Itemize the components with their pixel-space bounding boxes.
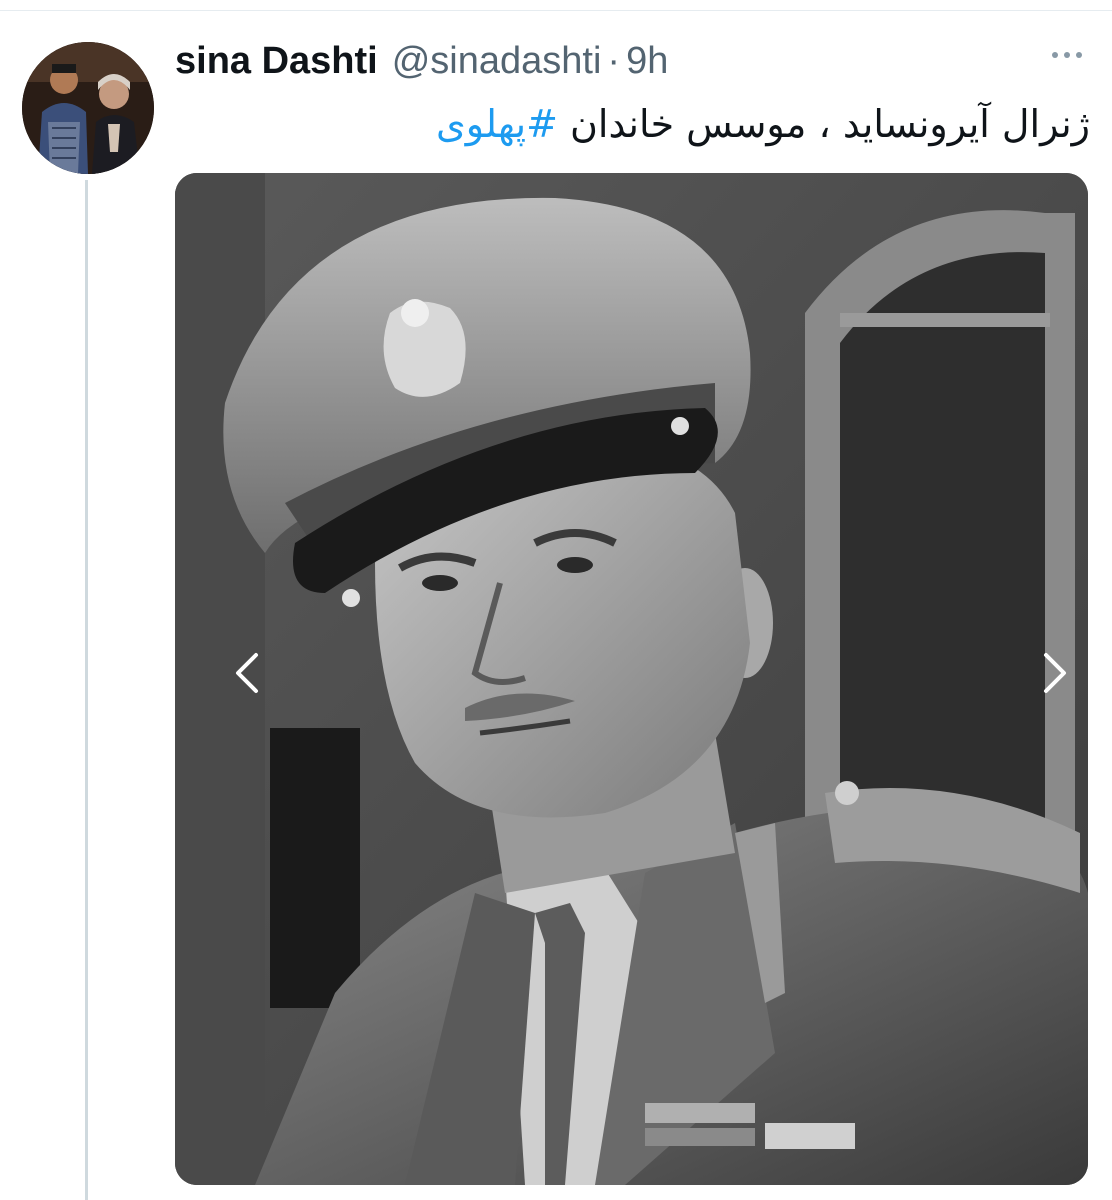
- chevron-right-icon[interactable]: [1026, 645, 1082, 701]
- tweet-media-photo[interactable]: [175, 173, 1088, 1185]
- author-handle[interactable]: @sinadashti: [392, 40, 602, 83]
- avatar-image: [22, 42, 154, 174]
- more-horizontal-icon[interactable]: [1052, 52, 1082, 58]
- author-name[interactable]: sina Dashti: [175, 40, 378, 83]
- chevron-left-icon[interactable]: [220, 645, 276, 701]
- tweet-text: ژنرال آیرونساید ، موسس خاندان #پهلوی: [175, 96, 1090, 152]
- avatar[interactable]: [22, 42, 154, 174]
- timestamp[interactable]: 9h: [626, 40, 668, 83]
- separator-dot: ·: [607, 40, 621, 82]
- tweet-header: sina Dashti @sinadashti · 9h: [175, 40, 668, 90]
- tweet-body-text: ژنرال آیرونساید ، موسس خاندان: [557, 102, 1090, 146]
- top-divider: [0, 10, 1112, 11]
- thread-line: [85, 180, 88, 1200]
- hashtag-link[interactable]: #پهلوی: [436, 102, 558, 146]
- portrait-image: [175, 173, 1088, 1185]
